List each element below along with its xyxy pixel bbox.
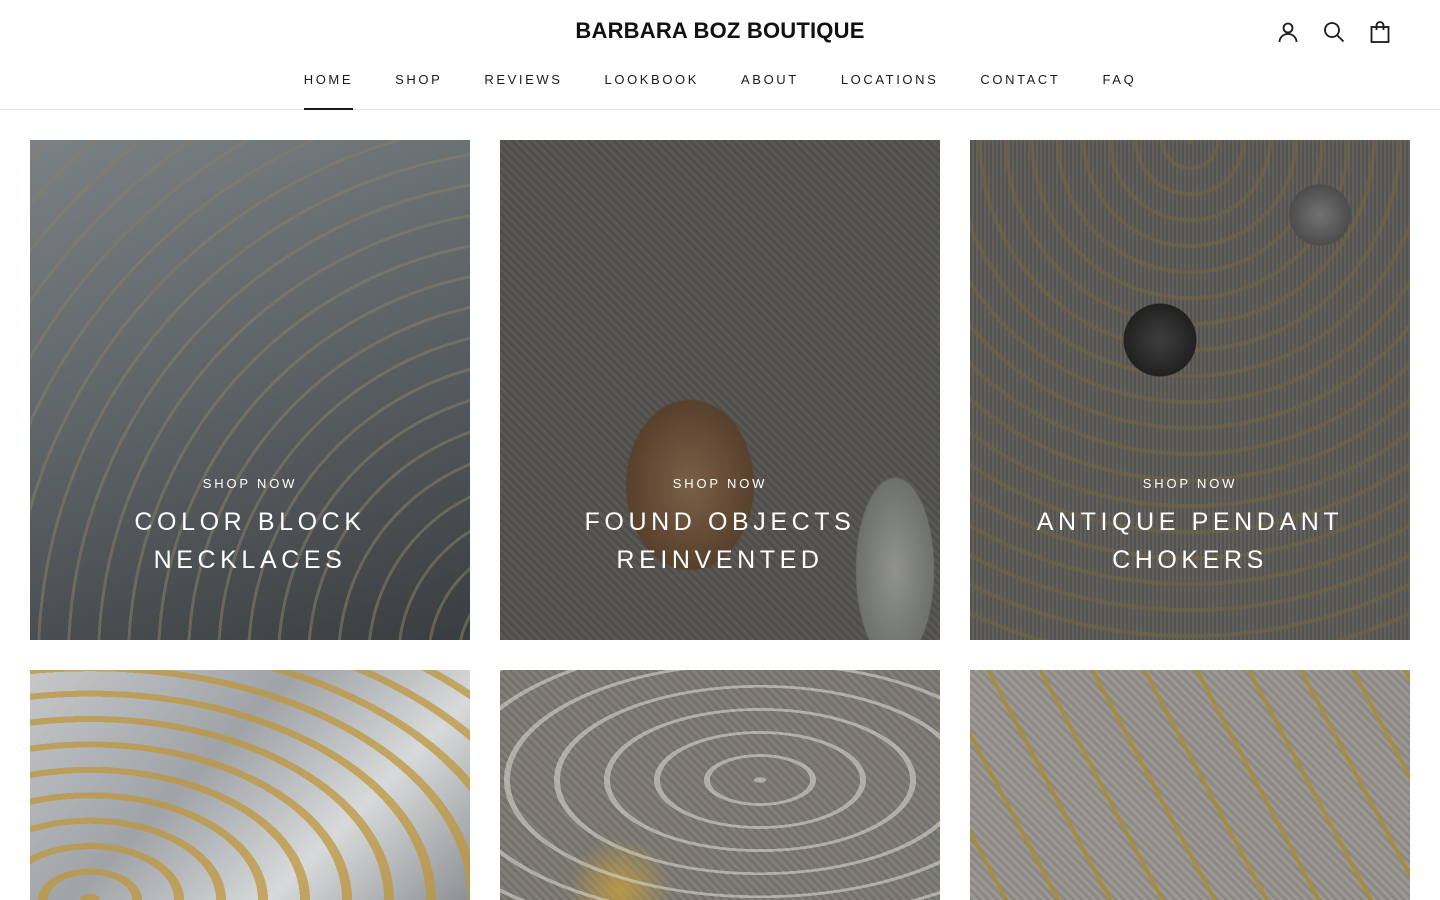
gold-chain-photo — [30, 670, 470, 900]
main-navigation: HOME SHOP REVIEWS LOOKBOOK ABOUT LOCATIO… — [0, 70, 1440, 110]
collection-title: COLOR BLOCK NECKLACES — [134, 508, 366, 574]
cart-icon[interactable] — [1368, 18, 1392, 46]
nav-faq[interactable]: FAQ — [1081, 70, 1157, 110]
nav-reviews[interactable]: REVIEWS — [463, 70, 583, 110]
search-icon[interactable] — [1322, 18, 1346, 46]
site-header: BARBARA BOZ BOUTIQUE HOME SHOP REVIEWS L… — [0, 0, 1440, 110]
collection-tile-found-objects-reinvented[interactable]: SHOP NOW FOUND OBJECTS REINVENTED — [500, 140, 940, 640]
collection-tile-beaded-strands[interactable] — [970, 670, 1410, 900]
nav-lookbook[interactable]: LOOKBOOK — [584, 70, 721, 110]
shop-now-link[interactable]: SHOP NOW — [500, 476, 940, 491]
collection-title: FOUND OBJECTS REINVENTED — [584, 508, 856, 574]
shop-now-link[interactable]: SHOP NOW — [30, 476, 470, 491]
nav-shop[interactable]: SHOP — [374, 70, 463, 110]
header-actions — [1276, 18, 1392, 46]
store-logo[interactable]: BARBARA BOZ BOUTIQUE — [0, 18, 1440, 44]
account-icon[interactable] — [1276, 18, 1300, 46]
nav-about[interactable]: ABOUT — [720, 70, 820, 110]
tile-caption: SHOP NOW COLOR BLOCK NECKLACES — [30, 476, 470, 579]
collection-tile-chain-links[interactable] — [30, 670, 470, 900]
collection-tile-antique-pendant-chokers[interactable]: SHOP NOW ANTIQUE PENDANT CHOKERS — [970, 140, 1410, 640]
tile-caption: SHOP NOW FOUND OBJECTS REINVENTED — [500, 476, 940, 579]
collection-tile-hoop-chains[interactable] — [500, 670, 940, 900]
collection-tile-color-block-necklaces[interactable]: SHOP NOW COLOR BLOCK NECKLACES — [30, 140, 470, 640]
hoop-chain-photo — [500, 670, 940, 900]
tile-caption: SHOP NOW ANTIQUE PENDANT CHOKERS — [970, 476, 1410, 579]
collection-title: ANTIQUE PENDANT CHOKERS — [1036, 508, 1344, 574]
shop-now-link[interactable]: SHOP NOW — [970, 476, 1410, 491]
nav-contact[interactable]: CONTACT — [959, 70, 1081, 110]
nav-home[interactable]: HOME — [283, 70, 374, 110]
nav-locations[interactable]: LOCATIONS — [820, 70, 960, 110]
beaded-strands-photo — [970, 670, 1410, 900]
